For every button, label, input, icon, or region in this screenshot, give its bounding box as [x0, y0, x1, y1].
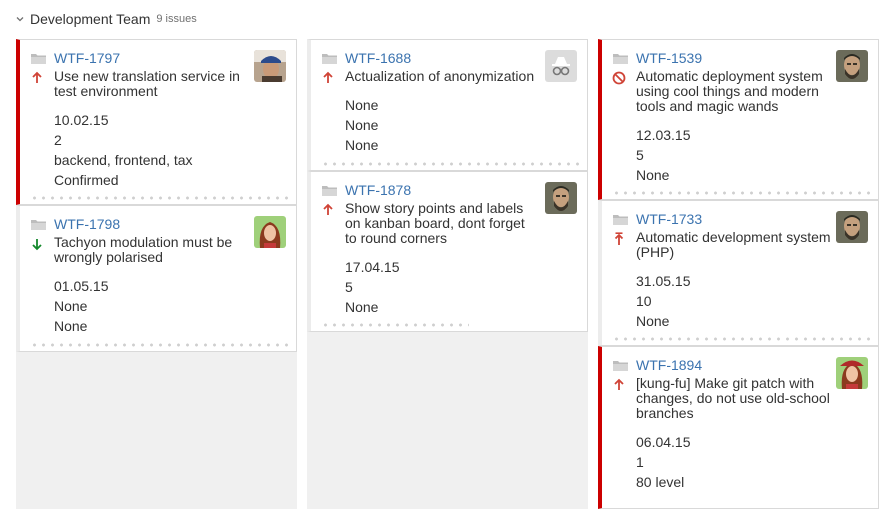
issue-due-date: 17.04.15 — [345, 259, 400, 275]
folder-icon — [322, 54, 337, 64]
issue-due-date: 06.04.15 — [636, 434, 691, 450]
card-grabber[interactable] — [30, 196, 292, 200]
issue-labels: None — [636, 167, 670, 183]
chevron-down-icon[interactable] — [15, 14, 25, 24]
issue-labels: None — [636, 313, 670, 329]
folder-icon — [322, 186, 337, 196]
issue-card[interactable]: WTF-1894 [kung-fu] Make git patch with c… — [598, 346, 879, 509]
issue-card[interactable]: WTF-1798 Tachyon modulation must be wron… — [16, 205, 297, 352]
board-column-1: WTF-1797 Use new translation service in … — [16, 39, 297, 509]
issue-key-link[interactable]: WTF-1798 — [54, 216, 120, 232]
user-cap-avatar[interactable] — [254, 50, 286, 82]
issue-card[interactable]: WTF-1733 Automatic development system (P… — [598, 200, 879, 346]
swimlane-header[interactable]: Development Team 9 issues — [15, 10, 197, 28]
user-redhead-avatar[interactable] — [836, 357, 868, 389]
issue-summary: Tachyon modulation must be wrongly polar… — [54, 234, 233, 265]
issue-summary: [kung-fu] Make git patch with changes, d… — [636, 375, 830, 421]
folder-icon — [613, 361, 628, 371]
user-bearded-avatar[interactable] — [545, 182, 577, 214]
issue-labels: None — [345, 299, 379, 315]
critical-icon — [614, 232, 624, 245]
issue-story-points: 5 — [636, 147, 644, 163]
arrow-down-icon — [32, 239, 42, 251]
board-column-3: WTF-1539 Automatic deployment system usi… — [598, 39, 879, 509]
issue-labels: backend, frontend, tax — [54, 152, 193, 168]
issue-card[interactable]: WTF-1878 Show story points and labels on… — [307, 171, 588, 332]
card-grabber[interactable] — [612, 191, 874, 195]
issue-due-date: 10.02.15 — [54, 112, 109, 128]
issue-card[interactable]: WTF-1688 Actualization of anonymization … — [307, 39, 588, 171]
issue-due-date: 31.05.15 — [636, 273, 691, 289]
issue-card[interactable]: WTF-1797 Use new translation service in … — [16, 39, 297, 205]
issue-key-link[interactable]: WTF-1878 — [345, 182, 411, 198]
arrow-up-icon — [323, 203, 333, 215]
issue-story-points: 2 — [54, 132, 62, 148]
folder-icon — [31, 220, 46, 230]
card-grabber[interactable] — [321, 162, 583, 166]
user-bearded-avatar[interactable] — [836, 50, 868, 82]
issue-summary: Automatic deployment system using cool t… — [636, 68, 823, 114]
user-redhead-avatar[interactable] — [254, 216, 286, 248]
folder-icon — [31, 54, 46, 64]
issue-summary: Use new translation service in test envi… — [54, 68, 240, 99]
card-grabber[interactable] — [612, 337, 874, 341]
issue-story-points: None — [345, 117, 379, 133]
folder-icon — [613, 215, 628, 225]
issue-labels: 80 level — [636, 474, 685, 490]
folder-icon — [613, 54, 628, 64]
issue-key-link[interactable]: WTF-1539 — [636, 50, 702, 66]
arrow-up-icon — [614, 378, 624, 390]
issue-story-points: None — [54, 298, 88, 314]
user-bearded-avatar[interactable] — [836, 211, 868, 243]
anonymous-avatar[interactable] — [545, 50, 577, 82]
board-column-2: WTF-1688 Actualization of anonymization … — [307, 39, 588, 509]
issue-key-link[interactable]: WTF-1733 — [636, 211, 702, 227]
issue-key-link[interactable]: WTF-1894 — [636, 357, 702, 373]
issue-story-points: 10 — [636, 293, 652, 309]
issue-labels: None — [54, 318, 88, 334]
swimlane-title: Development Team — [30, 11, 151, 27]
issue-due-date: 12.03.15 — [636, 127, 691, 143]
issue-due-date: 01.05.15 — [54, 278, 109, 294]
swimlane-issue-count: 9 issues — [156, 13, 197, 25]
issue-status: Confirmed — [54, 172, 119, 188]
issue-summary: Actualization of anonymization — [345, 68, 535, 84]
blocker-icon — [612, 71, 626, 85]
issue-key-link[interactable]: WTF-1797 — [54, 50, 120, 66]
issue-card[interactable]: WTF-1539 Automatic deployment system usi… — [598, 39, 879, 200]
card-grabber[interactable] — [30, 343, 292, 347]
issue-summary: Automatic development system (PHP) — [636, 229, 831, 260]
issue-labels: None — [345, 137, 379, 153]
issue-story-points: 5 — [345, 279, 353, 295]
card-grabber[interactable] — [321, 323, 469, 327]
arrow-up-icon — [32, 71, 42, 83]
arrow-up-icon — [323, 71, 333, 83]
issue-summary: Show story points and labels on kanban b… — [345, 200, 525, 246]
issue-due-date: None — [345, 97, 379, 113]
issue-story-points: 1 — [636, 454, 644, 470]
issue-key-link[interactable]: WTF-1688 — [345, 50, 411, 66]
